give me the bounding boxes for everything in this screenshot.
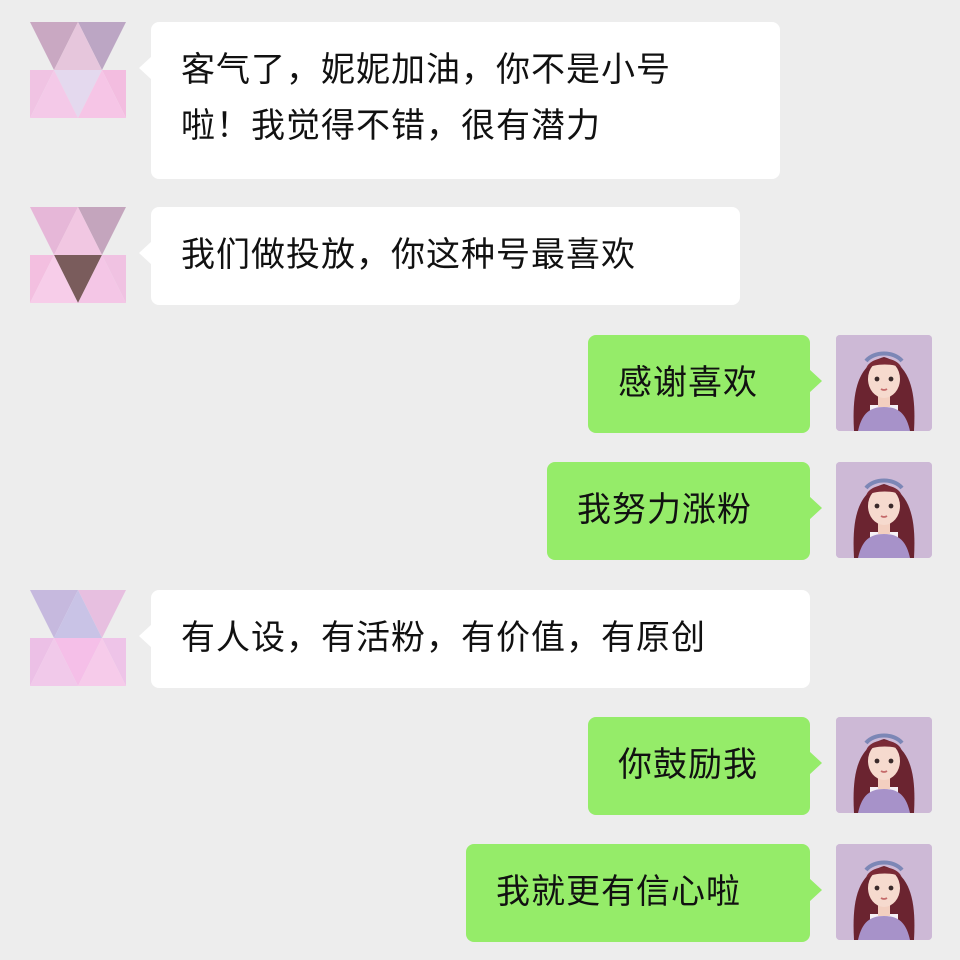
message-bubble-incoming[interactable]: 客气了，妮妮加油，你不是小号 啦！我觉得不错，很有潜力 (139, 22, 780, 179)
my-avatar-icon[interactable] (836, 717, 932, 813)
message-bubble-outgoing[interactable]: 你鼓励我 (588, 717, 822, 815)
contact-avatar-icon[interactable] (30, 22, 126, 118)
message-line: 有人设，有活粉，有价值，有原创 (181, 618, 706, 658)
message-bubble-incoming[interactable]: 有人设，有活粉，有价值，有原创 (139, 590, 810, 688)
message-line: 啦！我觉得不错，很有潜力 (181, 106, 601, 146)
chat-window: 客气了，妮妮加油，你不是小号 啦！我觉得不错，很有潜力 我们做投放，你这种号最喜… (0, 0, 960, 960)
message-line: 你鼓励我 (618, 745, 758, 785)
my-avatar-icon[interactable] (836, 335, 932, 431)
message-bubble-outgoing[interactable]: 我就更有信心啦 (466, 844, 822, 942)
my-avatar-icon[interactable] (836, 844, 932, 940)
message-line: 我就更有信心啦 (496, 872, 741, 912)
message-line: 我们做投放，你这种号最喜欢 (181, 235, 636, 275)
contact-avatar-icon[interactable] (30, 590, 126, 686)
message-line: 我努力涨粉 (577, 490, 752, 530)
message-bubble-incoming[interactable]: 我们做投放，你这种号最喜欢 (139, 207, 740, 305)
contact-avatar-icon[interactable] (30, 207, 126, 303)
my-avatar-icon[interactable] (836, 462, 932, 558)
message-line: 客气了，妮妮加油，你不是小号 (181, 50, 671, 90)
message-bubble-outgoing[interactable]: 我努力涨粉 (547, 462, 822, 560)
message-bubble-outgoing[interactable]: 感谢喜欢 (588, 335, 822, 433)
message-line: 感谢喜欢 (618, 363, 758, 403)
